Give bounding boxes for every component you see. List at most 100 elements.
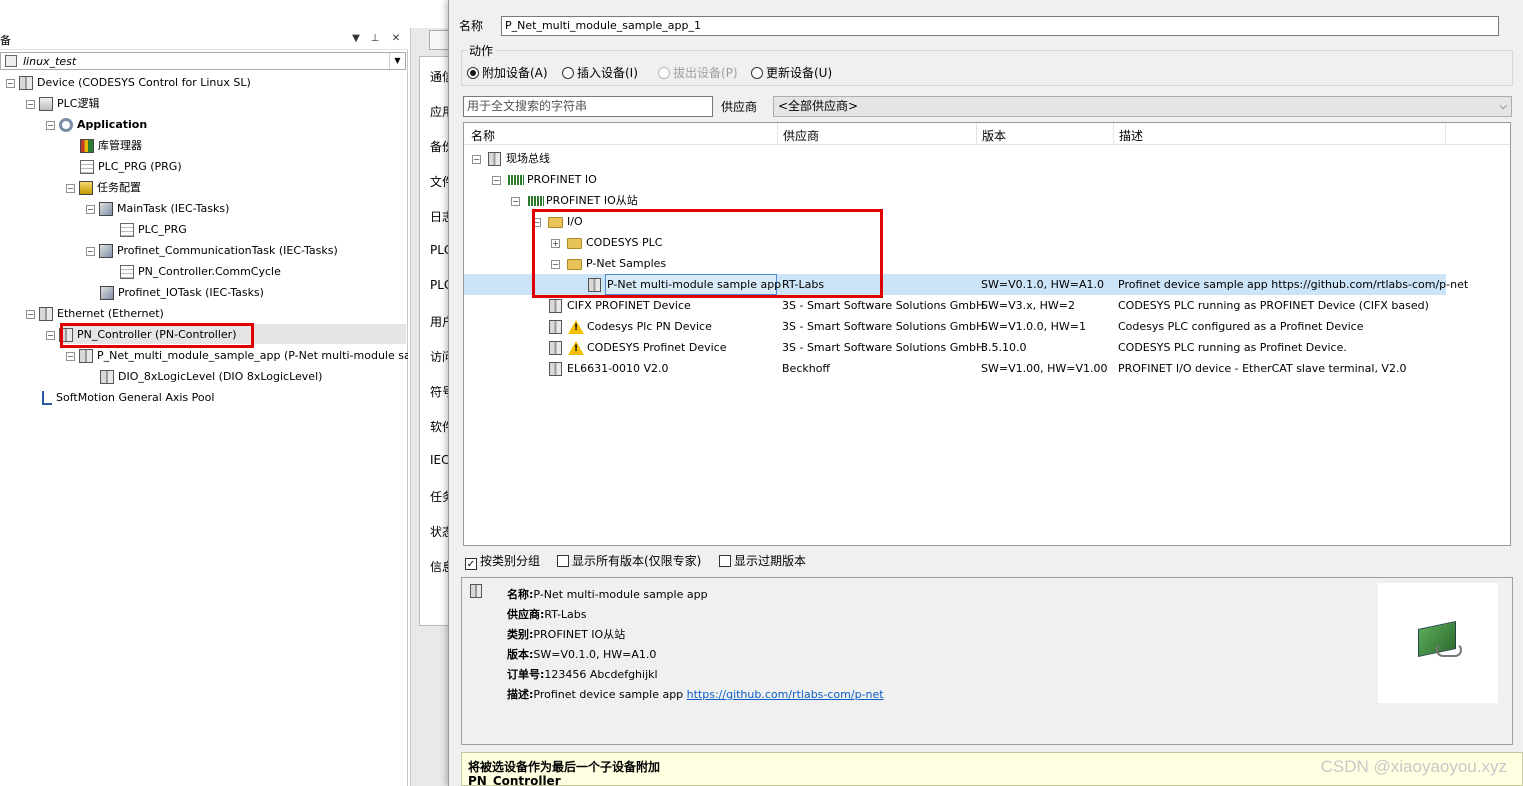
device-info-panel: 名称:P-Net multi-module sample app 供应商:RT-… — [461, 577, 1513, 745]
tree-node-library-manager[interactable]: 库管理器 — [80, 136, 142, 156]
tree-node-comm-task[interactable]: − Profinet_CommunicationTask (IEC-Tasks) — [86, 241, 338, 261]
collapse-icon[interactable]: − — [66, 183, 75, 193]
editor-side-tab[interactable]: 应用 — [430, 103, 448, 120]
device-pane-header: 备 ▼ ⊥ ✕ — [0, 28, 408, 50]
catalog-row-profinet-io[interactable]: − PROFINET IO — [464, 169, 1510, 190]
chevron-down-icon[interactable]: ▼ — [389, 53, 405, 69]
tree-node-plc-prg[interactable]: PLC_PRG (PRG) — [80, 157, 182, 177]
show-all-versions-checkbox[interactable]: 显示所有版本(仅限专家) — [557, 552, 701, 569]
grid-header: 名称 供应商 版本 描述 — [464, 123, 1510, 145]
editor-side-tab[interactable]: 访问 — [430, 348, 448, 365]
device-name-input[interactable]: P_Net_multi_module_sample_app_1 — [501, 16, 1499, 36]
editor-side-tab[interactable]: 备份 — [430, 138, 448, 155]
tree-node-plc-logic[interactable]: − PLC逻辑 — [26, 94, 99, 114]
info-vendor: 供应商:RT-Labs — [507, 608, 587, 621]
name-label: 名称 — [459, 19, 484, 33]
tree-node-application[interactable]: − Application — [46, 115, 147, 135]
device-icon — [549, 299, 562, 313]
description-link[interactable]: https://github.com/rtlabs-com/p-net — [687, 688, 884, 701]
profinet-icon — [528, 196, 544, 206]
radio-plug-device[interactable]: 拔出设备(P) — [658, 64, 738, 81]
catalog-row-codesys-profinet[interactable]: CODESYS Profinet Device 3S - Smart Softw… — [464, 337, 1510, 358]
info-category: 类别:PROFINET IO从站 — [507, 628, 626, 641]
tree-node-device[interactable]: − Device (CODESYS Control for Linux SL) — [6, 73, 251, 93]
program-icon — [80, 160, 94, 174]
catalog-row-el6631[interactable]: EL6631-0010 V2.0 Beckhoff SW=V1.00, HW=V… — [464, 358, 1510, 379]
radio-append-device[interactable]: 附加设备(A) — [467, 64, 548, 81]
highlight-box-pnet-sample — [532, 209, 883, 298]
task-icon — [99, 202, 113, 216]
program-call-icon — [120, 265, 134, 279]
catalog-row-profinet-slave[interactable]: − PROFINET IO从站 — [464, 190, 1510, 211]
column-header-description[interactable]: 描述 — [1119, 127, 1143, 144]
project-icon — [5, 55, 17, 67]
library-icon — [80, 139, 94, 153]
ethernet-icon — [39, 307, 53, 321]
gear-icon — [59, 118, 73, 132]
device-icon — [470, 584, 482, 598]
editor-side-tab[interactable]: 信息 — [430, 558, 448, 575]
collapse-icon[interactable]: − — [6, 78, 15, 88]
tree-node-plc-prg-call[interactable]: PLC_PRG — [120, 220, 187, 240]
device-icon — [549, 320, 562, 334]
action-group-title: 动作 — [467, 42, 496, 59]
tree-node-maintask[interactable]: − MainTask (IEC-Tasks) — [86, 199, 229, 219]
editor-side-tab[interactable]: 状态 — [430, 523, 448, 540]
project-name: linux_test — [23, 55, 77, 68]
dropdown-arrow-icon[interactable]: ▼ — [348, 31, 364, 47]
column-header-vendor[interactable]: 供应商 — [783, 127, 819, 144]
tree-node-commcycle[interactable]: PN_Controller.CommCycle — [120, 262, 281, 282]
status-message-line-1: 将被选设备作为最后一个子设备附加 — [468, 760, 661, 774]
editor-side-tab[interactable]: 软件 — [430, 418, 448, 435]
close-icon[interactable]: ✕ — [388, 31, 404, 47]
tree-node-pnet-app[interactable]: − P_Net_multi_module_sample_app (P-Net mu… — [66, 346, 408, 366]
editor-side-tab[interactable]: 文件 — [430, 173, 448, 190]
editor-side-tab[interactable]: 符号 — [430, 383, 448, 400]
column-header-name[interactable]: 名称 — [471, 127, 495, 144]
editor-side-tab[interactable]: IEC — [430, 453, 448, 467]
highlight-box-pn-controller — [60, 323, 254, 348]
group-by-category-checkbox[interactable]: ✓ 按类别分组 — [465, 552, 540, 570]
show-outdated-versions-checkbox[interactable]: 显示过期版本 — [719, 552, 806, 569]
editor-side-tab[interactable]: PLC — [430, 243, 448, 257]
profinet-icon — [508, 175, 524, 185]
device-icon — [549, 362, 562, 376]
vendor-select[interactable]: <全部供应商> ⌵ — [773, 96, 1512, 117]
vendor-label: 供应商 — [721, 100, 758, 114]
project-selector[interactable]: linux_test ▼ — [0, 52, 406, 70]
info-description: 描述:Profinet device sample app https://gi… — [507, 688, 884, 701]
catalog-row-cifx[interactable]: CIFX PROFINET Device 3S - Smart Software… — [464, 295, 1510, 316]
collapse-icon[interactable]: − — [86, 204, 95, 214]
info-name: 名称:P-Net multi-module sample app — [507, 588, 708, 601]
tree-node-ethernet[interactable]: − Ethernet (Ethernet) — [26, 304, 164, 324]
collapse-icon[interactable]: − — [26, 309, 35, 319]
radio-update-device[interactable]: 更新设备(U) — [751, 64, 832, 81]
device-icon — [19, 76, 33, 90]
catalog-row-codesys-plc-pn[interactable]: Codesys Plc PN Device 3S - Smart Softwar… — [464, 316, 1510, 337]
editor-side-tab[interactable]: 用户 — [430, 313, 448, 330]
module-icon — [100, 370, 114, 384]
collapse-icon[interactable]: − — [46, 330, 55, 340]
pin-icon[interactable]: ⊥ — [367, 31, 383, 47]
tree-node-iotask[interactable]: Profinet_IOTask (IEC-Tasks) — [100, 283, 264, 303]
column-header-version[interactable]: 版本 — [982, 127, 1006, 144]
catalog-row-fieldbus[interactable]: − 现场总线 — [464, 148, 1510, 169]
fulltext-search-input[interactable]: 用于全文搜索的字符串 — [463, 96, 713, 117]
collapse-icon[interactable]: − — [46, 120, 55, 130]
device-image — [1378, 583, 1498, 703]
collapse-icon[interactable]: − — [86, 246, 95, 256]
tree-node-task-config[interactable]: − 任务配置 — [66, 178, 141, 198]
collapse-icon[interactable]: − — [26, 99, 35, 109]
editor-side-tab[interactable]: 通信 — [430, 68, 448, 85]
tree-node-dio-module[interactable]: DIO_8xLogicLevel (DIO 8xLogicLevel) — [100, 367, 322, 387]
editor-side-tab[interactable]: PLC — [430, 278, 448, 292]
info-order-number: 订单号:123456 Abcdefghijkl — [507, 668, 658, 681]
device-icon — [79, 349, 93, 363]
device-catalog-grid: 名称 供应商 版本 描述 − 现场总线 − PROFINET IO − PROF… — [463, 122, 1511, 546]
tree-node-axis-pool[interactable]: SoftMotion General Axis Pool — [42, 388, 214, 408]
editor-side-tab[interactable]: 日志 — [430, 208, 448, 225]
radio-insert-device[interactable]: 插入设备(I) — [562, 64, 638, 81]
collapse-icon[interactable]: − — [66, 351, 75, 361]
editor-side-tab[interactable]: 任务 — [430, 488, 448, 505]
task-config-icon — [79, 181, 93, 195]
